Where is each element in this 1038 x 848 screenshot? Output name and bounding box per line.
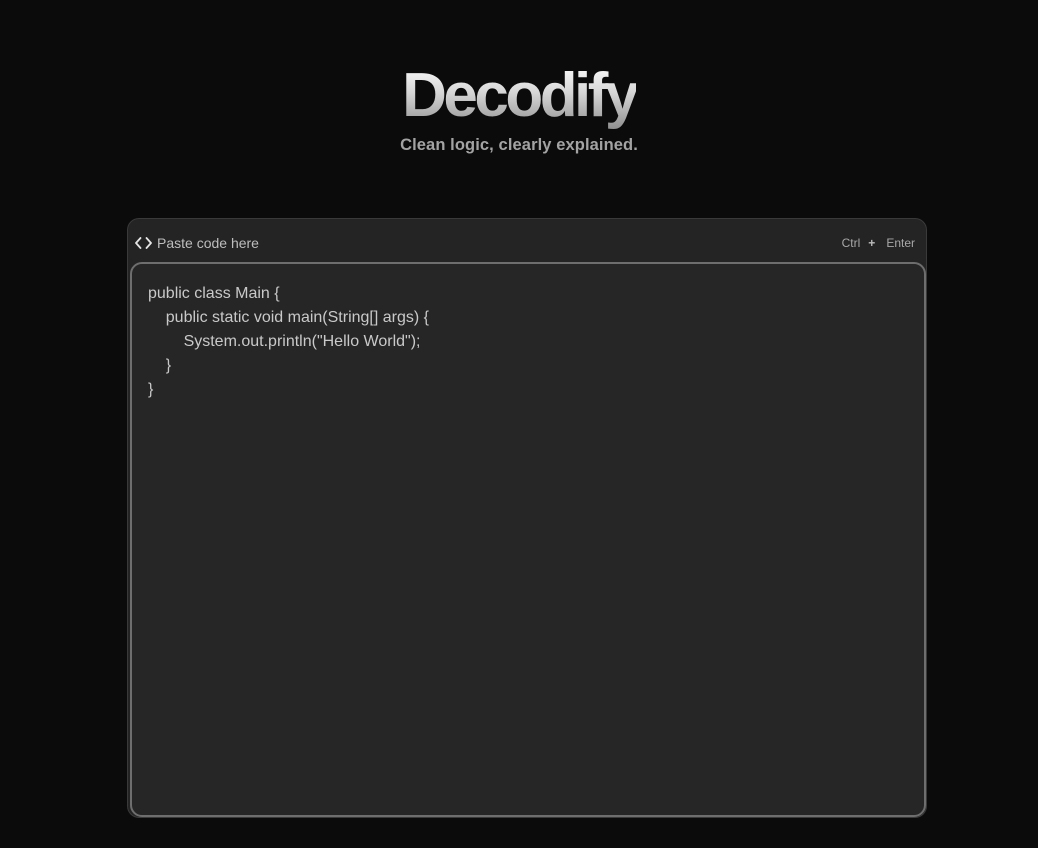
app-logo: Decodify [402, 61, 639, 130]
app-tagline: Clean logic, clearly explained. [400, 136, 638, 154]
shortcut-key-enter: Enter [886, 236, 915, 250]
code-brackets-icon [135, 237, 152, 249]
app-page: Decodify Clean logic, clearly explained.… [0, 0, 1038, 848]
brand-header: Decodify Clean logic, clearly explained. [0, 62, 1038, 155]
paste-code-label: Paste code here [135, 235, 259, 251]
panel-header: Paste code here Ctrl + Enter [128, 219, 928, 263]
code-input-panel: Paste code here Ctrl + Enter public clas… [127, 218, 927, 818]
paste-code-text: Paste code here [157, 235, 259, 251]
code-editor-input[interactable]: public class Main { public static void m… [130, 262, 926, 817]
submit-shortcut-hint: Ctrl + Enter [842, 236, 915, 250]
shortcut-plus: + [868, 236, 876, 250]
shortcut-key-ctrl: Ctrl [841, 236, 861, 250]
